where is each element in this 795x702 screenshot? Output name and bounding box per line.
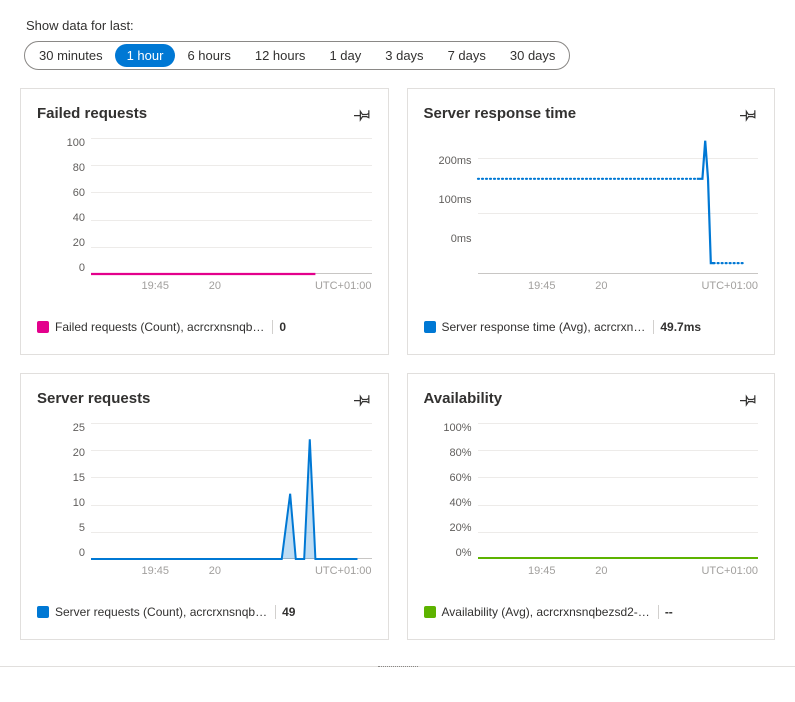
legend-text: Server response time (Avg), acrcrxn… (442, 320, 646, 334)
pin-icon[interactable] (740, 105, 758, 126)
legend-swatch (37, 606, 49, 618)
legend-value: -- (658, 605, 673, 619)
pill-1-day[interactable]: 1 day (317, 44, 373, 67)
x-tick: 20 (209, 280, 221, 292)
card-title: Server response time (424, 105, 577, 122)
legend-swatch (37, 321, 49, 333)
card-server-response-time: Server response time 200ms 100ms 0ms (407, 88, 776, 355)
legend-value: 0 (272, 320, 286, 334)
legend-row: Availability (Avg), acrcrxnsnqbezsd2-… -… (424, 605, 759, 619)
y-axis-labels: 100% 80% 60% 40% 20% 0% (424, 423, 478, 559)
legend-swatch (424, 606, 436, 618)
x-tick: 19:45 (141, 565, 169, 577)
card-title: Failed requests (37, 105, 147, 122)
pill-30-days[interactable]: 30 days (498, 44, 568, 67)
pill-30-minutes[interactable]: 30 minutes (27, 44, 115, 67)
card-failed-requests: Failed requests 100 80 60 40 20 0 (20, 88, 389, 355)
legend-row: Server response time (Avg), acrcrxn… 49.… (424, 320, 759, 334)
card-availability: Availability 100% 80% 60% 40% 20% 0% (407, 373, 776, 640)
card-title: Availability (424, 390, 503, 407)
legend-value: 49 (275, 605, 295, 619)
drag-handle-icon (378, 666, 418, 667)
card-title: Server requests (37, 390, 150, 407)
pin-icon[interactable] (354, 105, 372, 126)
legend-row: Failed requests (Count), acrcrxnsnqb… 0 (37, 320, 372, 334)
pill-3-days[interactable]: 3 days (373, 44, 435, 67)
pin-icon[interactable] (354, 390, 372, 411)
time-range-pills: 30 minutes 1 hour 6 hours 12 hours 1 day… (24, 41, 570, 70)
panel-resize-bar[interactable] (0, 666, 795, 676)
chart-availability[interactable]: 100% 80% 60% 40% 20% 0% 19:45 (424, 423, 759, 583)
legend-swatch (424, 321, 436, 333)
pill-7-days[interactable]: 7 days (436, 44, 498, 67)
pill-12-hours[interactable]: 12 hours (243, 44, 318, 67)
y-axis-labels: 200ms 100ms 0ms (424, 156, 478, 274)
y-axis-labels: 25 20 15 10 5 0 (37, 423, 91, 559)
x-tick: 19:45 (528, 565, 556, 577)
timezone-label: UTC+01:00 (701, 565, 758, 577)
pill-1-hour[interactable]: 1 hour (115, 44, 176, 67)
chart-server-response-time[interactable]: 200ms 100ms 0ms 19:45 20 (424, 138, 759, 298)
legend-row: Server requests (Count), acrcrxnsnqb… 49 (37, 605, 372, 619)
timezone-label: UTC+01:00 (315, 280, 372, 292)
x-tick: 20 (595, 280, 607, 292)
chart-server-requests[interactable]: 25 20 15 10 5 0 (37, 423, 372, 583)
timezone-label: UTC+01:00 (315, 565, 372, 577)
legend-text: Failed requests (Count), acrcrxnsnqb… (55, 320, 264, 334)
time-filter-label: Show data for last: (26, 18, 775, 33)
legend-value: 49.7ms (653, 320, 701, 334)
legend-text: Availability (Avg), acrcrxnsnqbezsd2-… (442, 605, 650, 619)
pin-icon[interactable] (740, 390, 758, 411)
x-tick: 19:45 (141, 280, 169, 292)
x-tick: 20 (595, 565, 607, 577)
timezone-label: UTC+01:00 (701, 280, 758, 292)
y-axis-labels: 100 80 60 40 20 0 (37, 138, 91, 274)
x-tick: 20 (209, 565, 221, 577)
card-server-requests: Server requests 25 20 15 10 5 0 (20, 373, 389, 640)
legend-text: Server requests (Count), acrcrxnsnqb… (55, 605, 267, 619)
chart-failed-requests[interactable]: 100 80 60 40 20 0 (37, 138, 372, 298)
x-tick: 19:45 (528, 280, 556, 292)
pill-6-hours[interactable]: 6 hours (175, 44, 242, 67)
